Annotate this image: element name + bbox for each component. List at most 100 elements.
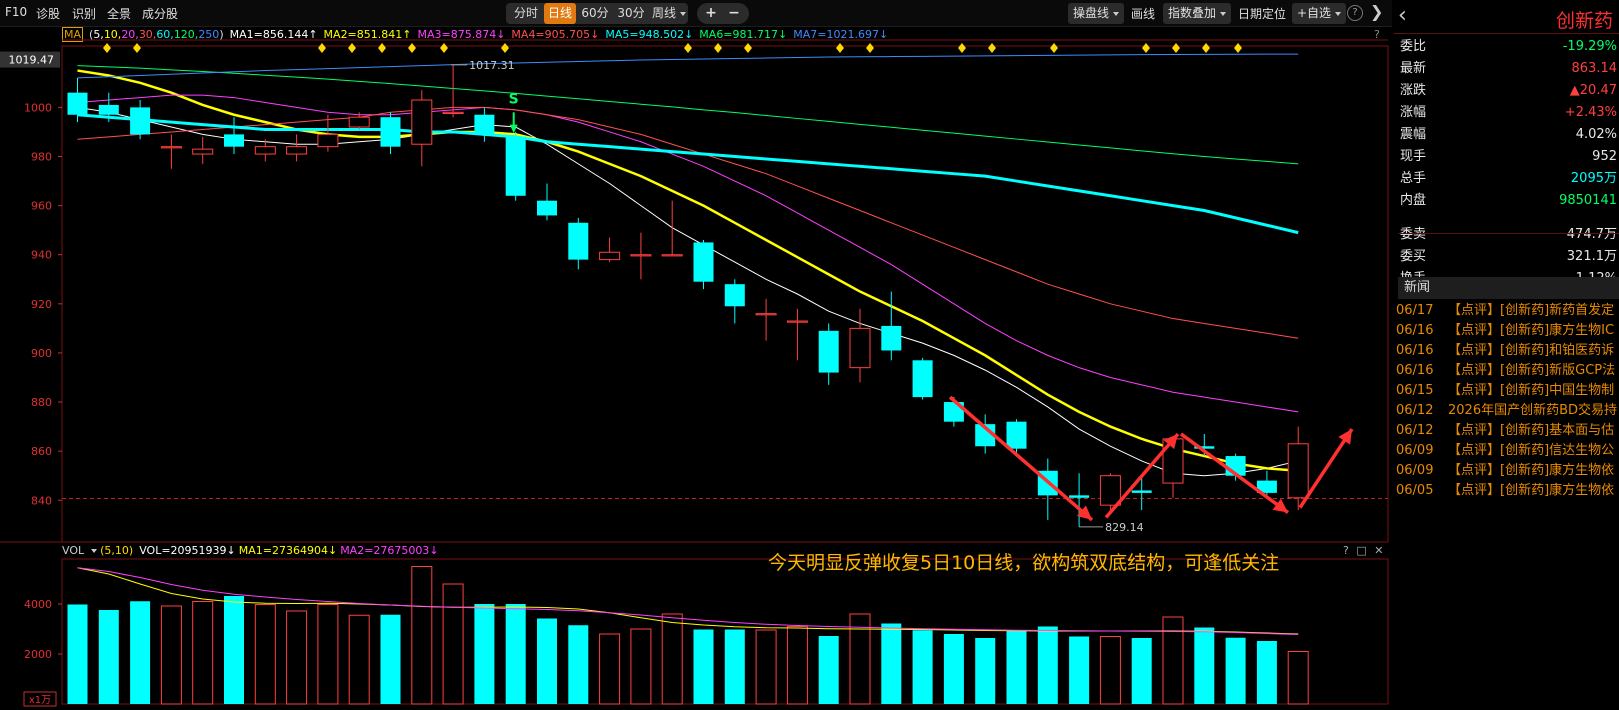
quote-label: 委比 <box>1400 39 1427 54</box>
volume-tick-label: 4000 <box>24 598 52 611</box>
quote-value: 863.14 <box>1571 61 1618 76</box>
candle-body <box>724 284 745 307</box>
ma-line-MA4 <box>77 106 1299 339</box>
candle <box>693 239 714 290</box>
quote-row: 委卖 474.7万 <box>1398 224 1619 246</box>
news-date: 06/16 <box>1396 343 1434 358</box>
signal-diamond-icon <box>866 43 874 53</box>
news-item[interactable]: 06/16 【点评】[创新药]新版GCP法 <box>1396 361 1619 381</box>
volume-legend: VOL (5,10) VOL=20951939↓ MA1=27364904↓ MA2=2… <box>62 544 445 558</box>
quote-label: 内盘 <box>1400 193 1427 208</box>
volume-window-controls[interactable]: ? □ ✕ <box>1343 544 1385 557</box>
ma-line-MA5 <box>77 113 1299 235</box>
news-item[interactable]: 06/17 【点评】[创新药]新药首发定 <box>1396 301 1619 321</box>
signal-diamond-icon <box>836 43 844 53</box>
candle <box>286 134 308 162</box>
quote-value: 9850141 <box>1559 193 1617 208</box>
quote-row: 涨幅 +2.43% <box>1398 102 1619 124</box>
candle-body <box>1131 490 1152 493</box>
candle-body <box>411 99 433 145</box>
low-label: 829.14 <box>1105 521 1144 534</box>
volume-bar <box>818 636 839 704</box>
candle-body <box>599 251 621 261</box>
candle <box>1069 473 1090 527</box>
volume-bar <box>380 614 401 704</box>
candle <box>130 100 151 140</box>
quote-value: -19.29% <box>1562 39 1617 54</box>
news-item[interactable]: 06/09 【点评】[创新药]康方生物依 <box>1396 461 1619 481</box>
price-tick-label: 940 <box>31 249 52 262</box>
quote-value: 321.1万 <box>1566 249 1617 264</box>
volume-bar <box>693 629 714 704</box>
quote-row: 涨跌 ▲20.47 <box>1398 80 1619 102</box>
volume-bar <box>568 625 589 704</box>
volume-bar <box>786 626 808 705</box>
quote-label: 总手 <box>1400 171 1427 186</box>
news-date: 06/16 <box>1396 363 1434 378</box>
signal-diamond-icon <box>103 43 111 53</box>
candle-body <box>98 104 119 115</box>
quote-label: 震幅 <box>1400 127 1427 142</box>
volume-bar <box>1006 631 1027 704</box>
volume-bar <box>661 613 683 705</box>
back-icon[interactable]: ‹ <box>1398 3 1407 28</box>
ma-line-MA7 <box>77 53 1299 79</box>
candle-body <box>380 117 401 147</box>
quote-value: +2.43% <box>1564 105 1617 120</box>
candle-body <box>317 133 339 148</box>
vol-indicator-dropdown[interactable]: VOL <box>62 544 98 557</box>
signal-diamond-icon <box>1234 43 1242 53</box>
volume-bar <box>881 623 902 704</box>
vol-tag: VOL <box>62 544 85 557</box>
news-item[interactable]: 06/15 【点评】[创新药]中国生物制 <box>1396 381 1619 401</box>
signal-diamond-icon <box>1142 43 1150 53</box>
candle <box>849 308 871 383</box>
signal-diamond-icon <box>348 43 356 53</box>
candle-body <box>130 107 151 135</box>
news-item[interactable]: 06/05 【点评】[创新药]康方生物依 <box>1396 481 1619 501</box>
news-item[interactable]: 06/12 2026年国产创新药BD交易持 <box>1396 401 1619 421</box>
kline-chart[interactable]: 1000 980 960 940 920 900 880 860 840 1019.47 1017.… <box>0 0 1392 710</box>
volume-bar <box>1194 627 1215 704</box>
candle-body <box>661 254 683 257</box>
news-item[interactable]: 06/09 【点评】[创新药]信达生物公 <box>1396 441 1619 461</box>
quote-value: 952 <box>1592 149 1617 164</box>
candle-body <box>912 360 933 398</box>
news-date: 06/05 <box>1396 483 1434 498</box>
news-item[interactable]: 06/12 【点评】[创新药]基本面与估 <box>1396 421 1619 441</box>
signal-diamond-icon <box>684 43 692 53</box>
news-item[interactable]: 06/16 【点评】[创新药]康方生物IC <box>1396 321 1619 341</box>
price-tick-label: 900 <box>31 347 52 360</box>
news-title: 【点评】[创新药]新版GCP法 <box>1448 363 1616 378</box>
volume-bar <box>1131 638 1152 704</box>
volume-bar <box>1225 637 1246 704</box>
signal-diamond-icon <box>1202 43 1210 53</box>
news-title: 【点评】[创新药]康方生物IC <box>1448 323 1615 338</box>
volume-bar <box>537 618 557 704</box>
chevron-down-icon <box>91 549 98 553</box>
price-tick-label: 920 <box>31 298 52 311</box>
signal-diamond-icon <box>133 43 141 53</box>
signal-diamond-icon <box>440 43 448 53</box>
news-item[interactable]: 06/16 【点评】[创新药]和铂医药诉 <box>1396 341 1619 361</box>
volume-bar <box>67 604 88 704</box>
news-title: 【点评】[创新药]康方生物依 <box>1448 483 1615 498</box>
candle <box>724 279 745 324</box>
vol-values: VOL=20951939↓ MA1=27364904↓ MA2=27675003↓ <box>139 544 441 557</box>
signal-diamond-icon <box>501 43 509 53</box>
candle <box>474 107 495 142</box>
price-tick-label: 840 <box>31 494 52 507</box>
quote-label: 最新 <box>1400 61 1427 76</box>
candle-body <box>1069 495 1090 498</box>
news-title: 2026年国产创新药BD交易持 <box>1448 403 1618 418</box>
price-tick-label: 980 <box>31 150 52 163</box>
volume-bar <box>411 566 433 705</box>
quote-label: 委买 <box>1400 249 1427 264</box>
candle <box>568 217 589 270</box>
quote-value: 2095万 <box>1570 171 1617 186</box>
current-price-label: 1019.47 <box>9 54 55 67</box>
signal-diamond-icon <box>1050 43 1058 53</box>
candle-body <box>286 146 308 155</box>
signal-diamond-icon <box>988 43 996 53</box>
trend-arrow-down-1 <box>948 395 1094 522</box>
